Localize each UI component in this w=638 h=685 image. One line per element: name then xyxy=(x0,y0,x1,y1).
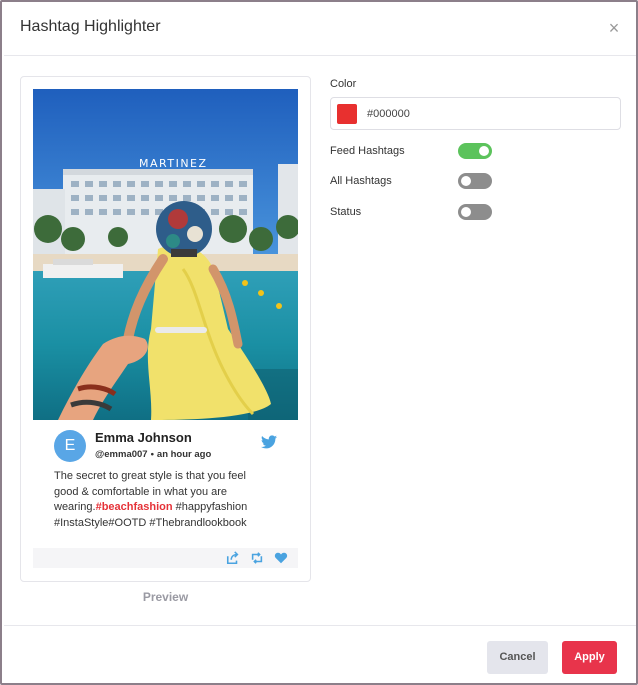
tweet-line-3-suffix: #happyfashion xyxy=(172,501,248,513)
color-picker-field[interactable]: #000000 xyxy=(330,97,621,130)
meta-separator: • xyxy=(150,449,154,460)
feed-hashtags-toggle[interactable] xyxy=(458,143,492,159)
tweet-line-2: good & comfortable in what you are xyxy=(54,485,228,498)
all-hashtags-toggle[interactable] xyxy=(458,173,492,189)
heart-icon[interactable] xyxy=(274,551,288,565)
tweet-line-4: #InstaStyle#OOTD #Thebrandlookbook xyxy=(54,516,247,529)
close-icon[interactable]: × xyxy=(604,18,624,38)
apply-button[interactable]: Apply xyxy=(562,641,617,674)
tweet-line-3-prefix: wearing. xyxy=(54,501,96,513)
toggle-knob xyxy=(461,176,471,186)
dialog-frame: Hashtag Highlighter × MARTINEZ E Emma Jo… xyxy=(0,0,638,685)
toggle-knob xyxy=(479,146,489,156)
retweet-icon[interactable] xyxy=(250,551,264,565)
status-toggle[interactable] xyxy=(458,204,492,220)
color-value: #000000 xyxy=(367,108,410,120)
all-hashtags-label: All Hashtags xyxy=(330,175,392,187)
footer-divider xyxy=(4,625,636,626)
tweet-text: The secret to great style is that you fe… xyxy=(54,469,304,531)
feed-hashtags-label: Feed Hashtags xyxy=(330,145,405,157)
status-label: Status xyxy=(330,206,362,218)
toggle-knob xyxy=(461,207,471,217)
preview-label: Preview xyxy=(142,590,189,604)
highlighted-hashtag: #beachfashion xyxy=(95,501,173,513)
author-handle: @emma007 xyxy=(95,449,148,460)
post-photo: MARTINEZ xyxy=(33,89,298,420)
preview-card: MARTINEZ E Emma Johnson @emma007 • an ho… xyxy=(20,76,311,582)
tweet-line-1: The secret to great style is that you fe… xyxy=(54,470,246,482)
post-time: an hour ago xyxy=(156,449,212,460)
color-swatch[interactable] xyxy=(337,104,357,124)
author-name: Emma Johnson xyxy=(95,430,192,445)
avatar: E xyxy=(54,430,86,462)
hotel-sign: MARTINEZ xyxy=(139,157,208,170)
post-action-bar xyxy=(33,548,298,568)
twitter-icon xyxy=(261,435,277,449)
cancel-button[interactable]: Cancel xyxy=(487,641,548,674)
share-icon[interactable] xyxy=(226,551,240,565)
color-label: Color xyxy=(330,78,357,90)
dialog-header: Hashtag Highlighter × xyxy=(4,4,636,56)
tweet-line-3: wearing.#beachfashion #happyfashion xyxy=(54,500,304,516)
dialog-title: Hashtag Highlighter xyxy=(20,18,161,35)
author-meta: @emma007 • an hour ago xyxy=(95,449,211,460)
